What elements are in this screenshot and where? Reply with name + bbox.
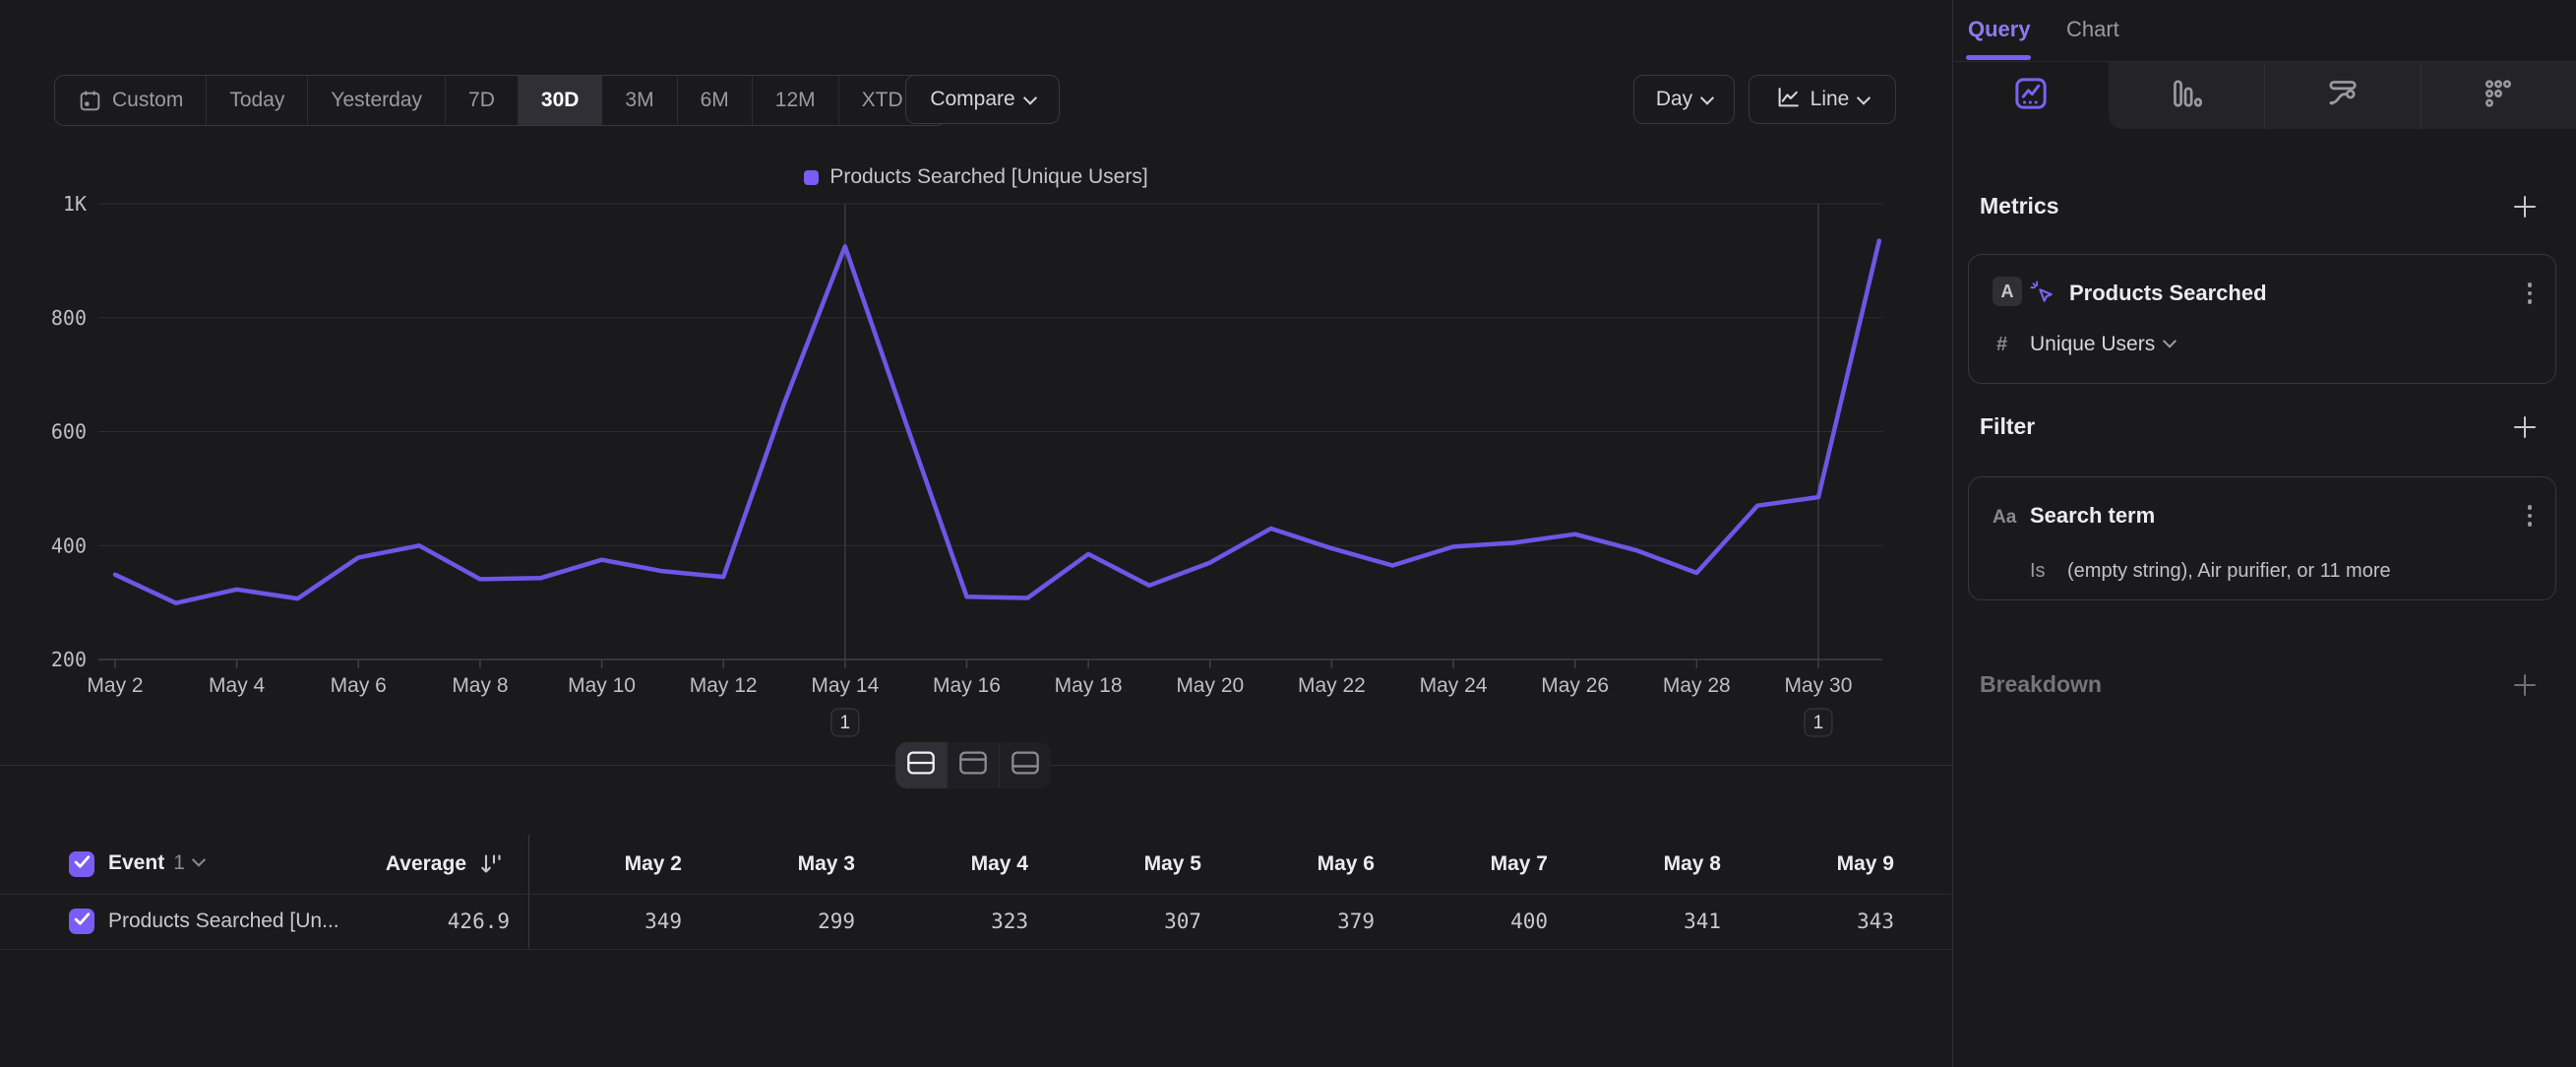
x-axis-tick-label: May 10 xyxy=(568,674,636,697)
x-axis-tick-label: May 2 xyxy=(87,674,143,697)
aggregation-symbol: # xyxy=(1996,334,2007,356)
metric-name[interactable]: Products Searched xyxy=(2069,281,2267,306)
column-header[interactable]: May 5 xyxy=(1032,852,1201,876)
layout-switcher xyxy=(895,742,1051,788)
add-metric-button[interactable] xyxy=(2513,195,2537,219)
cell-value: 323 xyxy=(859,910,1028,933)
y-axis-tick-label: 400 xyxy=(51,534,87,557)
filter-menu-icon[interactable] xyxy=(2528,505,2533,527)
metric-card[interactable]: A Products Searched # Unique Users xyxy=(1968,254,2556,384)
cell-value: 379 xyxy=(1205,910,1375,933)
event-label: Event xyxy=(108,851,164,875)
annotation-badge-label: 1 xyxy=(1813,713,1824,733)
layout-bottom-icon xyxy=(1011,750,1040,781)
column-header[interactable]: May 2 xyxy=(513,852,682,876)
layout-top-icon xyxy=(958,750,988,781)
chevron-down-icon xyxy=(2163,335,2177,348)
x-axis-tick-label: May 8 xyxy=(452,674,508,697)
filter-property-name[interactable]: Search term xyxy=(2030,503,2155,529)
check-icon xyxy=(74,854,91,874)
charttype-tab-grid-dots[interactable] xyxy=(2421,62,2576,129)
select-all-checkbox[interactable] xyxy=(69,851,94,877)
annotation-badge-label: 1 xyxy=(840,713,851,733)
column-header[interactable]: May 8 xyxy=(1552,852,1721,876)
cell-value: 400 xyxy=(1379,910,1548,933)
charttype-tab-line-chart[interactable] xyxy=(1953,62,2109,129)
column-header[interactable]: May 4 xyxy=(859,852,1028,876)
layout-split-button[interactable] xyxy=(895,742,948,788)
chart-type-tab-strip xyxy=(1953,62,2576,129)
text-property-icon: Aa xyxy=(1993,507,2016,529)
cell-value: 349 xyxy=(513,910,682,933)
x-axis-tick-label: May 20 xyxy=(1176,674,1244,697)
x-axis-tick-label: May 12 xyxy=(690,674,758,697)
x-axis-tick-label: May 28 xyxy=(1663,674,1731,697)
column-header[interactable]: May 3 xyxy=(686,852,855,876)
metrics-heading: Metrics xyxy=(1980,193,2059,220)
x-axis-tick-label: May 24 xyxy=(1420,674,1488,697)
line-chart: 1K 800 600 400 200May 2 May 4 May 6 May 8 May 10… xyxy=(0,0,1952,787)
x-axis-tick-label: May 30 xyxy=(1785,674,1853,697)
add-breakdown-button[interactable] xyxy=(2513,673,2537,697)
active-tab-underline xyxy=(1966,55,2031,60)
event-cursor-icon xyxy=(2028,279,2055,311)
grid-dots-icon xyxy=(2481,76,2516,116)
metric-menu-icon[interactable] xyxy=(2528,282,2533,304)
filter-value[interactable]: (empty string), Air purifier, or 11 more xyxy=(2067,560,2391,583)
tab-query[interactable]: Query xyxy=(1968,17,2031,42)
layout-top-button[interactable] xyxy=(948,742,1000,788)
cell-value: 343 xyxy=(1725,910,1894,933)
column-header[interactable]: May 6 xyxy=(1205,852,1375,876)
filter-heading: Filter xyxy=(1980,413,2035,440)
cell-value: 307 xyxy=(1032,910,1201,933)
event-column-header[interactable]: Event 1 xyxy=(108,851,204,875)
bar-chart-icon xyxy=(2169,76,2204,116)
table-row: Products Searched [Un... 426.9 349299323… xyxy=(0,895,1952,950)
x-axis-tick-label: May 6 xyxy=(331,674,387,697)
x-axis-tick-label: May 22 xyxy=(1298,674,1366,697)
charttype-tab-group xyxy=(2109,62,2576,129)
average-value: 426.9 xyxy=(295,910,510,933)
x-axis-tick-label: May 16 xyxy=(933,674,1001,697)
filter-card[interactable]: Aa Search term Is (empty string), Air pu… xyxy=(1968,476,2556,600)
query-panel: Query Chart Metrics A Products Searched … xyxy=(1953,0,2576,1067)
add-filter-button[interactable] xyxy=(2513,415,2537,439)
cell-value: 341 xyxy=(1552,910,1721,933)
average-column-header[interactable]: Average xyxy=(276,852,466,876)
event-count: 1 xyxy=(173,851,185,875)
panel-tab-bar: Query Chart xyxy=(1953,0,2576,62)
breakdown-heading: Breakdown xyxy=(1980,671,2102,698)
line-chart-icon xyxy=(2013,76,2049,116)
metric-letter-badge: A xyxy=(1993,277,2022,306)
results-table: Event 1 Average May 2May 3May 4May 5May … xyxy=(0,835,1952,950)
column-header[interactable]: May 7 xyxy=(1379,852,1548,876)
aggregation-label: Unique Users xyxy=(2030,333,2155,356)
sort-descending-icon[interactable] xyxy=(478,851,505,882)
layout-bottom-button[interactable] xyxy=(1000,742,1051,788)
series-line[interactable] xyxy=(115,241,1879,603)
series-checkbox[interactable] xyxy=(69,909,94,934)
charttype-tab-flow[interactable] xyxy=(2264,62,2421,129)
y-axis-tick-label: 800 xyxy=(51,306,87,330)
y-axis-tick-label: 200 xyxy=(51,648,87,671)
cell-value: 299 xyxy=(686,910,855,933)
x-axis-tick-label: May 18 xyxy=(1055,674,1123,697)
flow-icon xyxy=(2325,76,2361,116)
table-header-row: Event 1 Average May 2May 3May 4May 5May … xyxy=(0,835,1952,895)
x-axis-tick-label: May 26 xyxy=(1541,674,1609,697)
chevron-down-icon xyxy=(192,853,206,867)
x-axis-tick-label: May 4 xyxy=(209,674,266,697)
column-header[interactable]: May 9 xyxy=(1725,852,1894,876)
y-axis-tick-label: 600 xyxy=(51,420,87,444)
layout-split-icon xyxy=(906,750,936,781)
check-icon xyxy=(74,911,91,931)
filter-operator[interactable]: Is xyxy=(2030,560,2046,583)
main-area: CustomTodayYesterday7D30D3M6M12MXTD Comp… xyxy=(0,0,1952,1067)
aggregation-dropdown[interactable]: Unique Users xyxy=(2030,333,2175,356)
y-axis-tick-label: 1K xyxy=(63,192,87,216)
tab-chart[interactable]: Chart xyxy=(2066,17,2119,42)
x-axis-tick-label: May 14 xyxy=(811,674,879,697)
charttype-tab-bar-chart[interactable] xyxy=(2109,62,2265,129)
